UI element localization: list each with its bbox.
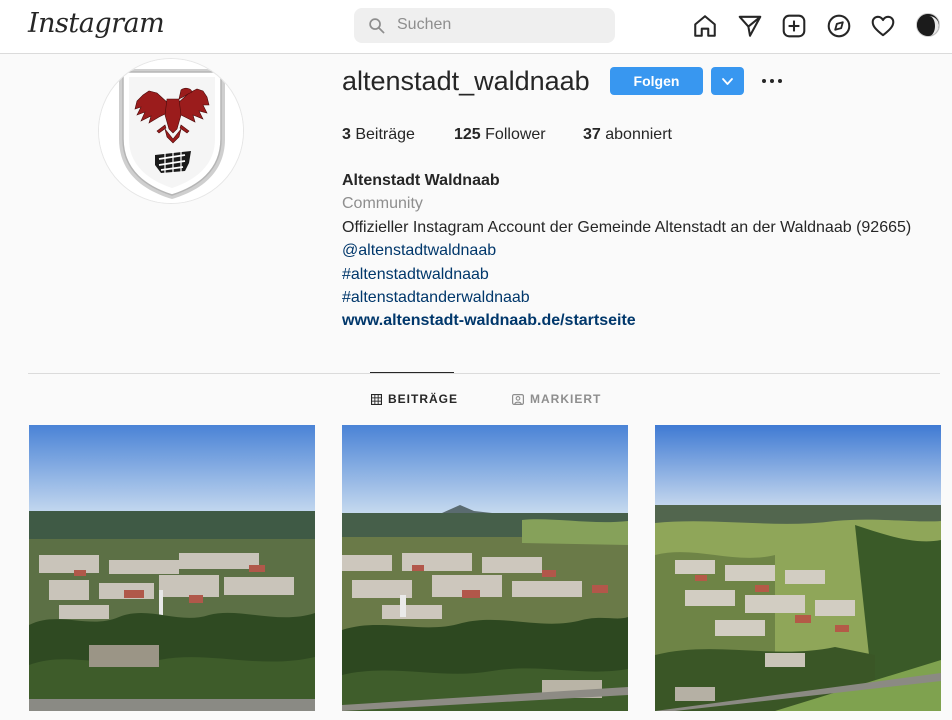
website-link[interactable]: www.altenstadt-waldnaab.de/startseite	[342, 309, 911, 332]
profile-full-name: Altenstadt Waldnaab	[342, 172, 500, 189]
tab-posts[interactable]: BEITRÄGE	[371, 392, 458, 406]
new-post-icon[interactable]	[781, 13, 807, 39]
profile-bio: Altenstadt Waldnaab Community Offizielle…	[342, 169, 911, 333]
avatar-image	[917, 14, 939, 36]
grid-icon	[371, 393, 382, 405]
instagram-logo[interactable]: Instagram	[28, 8, 165, 39]
search-icon	[369, 18, 385, 34]
profile-description: Offizieller Instagram Account der Gemein…	[342, 218, 912, 236]
aerial-photo-1	[29, 425, 315, 711]
followers-label: Follower	[485, 126, 546, 143]
aerial-photo-2	[342, 425, 628, 711]
hashtag-link-2[interactable]: #altenstadtanderwaldnaab	[342, 286, 911, 309]
top-navigation: Instagram Suchen	[0, 0, 952, 54]
following-stat[interactable]: 37 abonniert	[583, 126, 672, 144]
search-placeholder: Suchen	[397, 16, 452, 33]
profile-picture[interactable]	[98, 58, 244, 204]
posts-stat: 3 Beiträge	[342, 126, 415, 144]
tab-tagged-label: MARKIERT	[530, 392, 602, 406]
more-options-icon[interactable]	[760, 70, 784, 92]
post-thumbnail-3[interactable]	[655, 425, 941, 711]
active-tab-indicator	[370, 372, 454, 373]
hashtag-link-1[interactable]: #altenstadtwaldnaab	[342, 263, 911, 286]
chevron-down-icon	[722, 78, 733, 85]
tab-tagged[interactable]: MARKIERT	[512, 392, 601, 406]
following-label: abonniert	[605, 126, 672, 143]
explore-icon[interactable]	[826, 13, 852, 39]
suggested-accounts-button[interactable]	[711, 67, 744, 95]
tabs-divider	[28, 373, 940, 374]
posts-count: 3	[342, 126, 351, 143]
profile-category: Community	[342, 195, 423, 213]
following-count: 37	[583, 126, 601, 143]
followers-count: 125	[454, 126, 481, 143]
home-icon[interactable]	[692, 13, 718, 39]
activity-heart-icon[interactable]	[870, 13, 896, 39]
follow-button[interactable]: Folgen	[610, 67, 703, 95]
direct-message-icon[interactable]	[737, 13, 763, 39]
tab-posts-label: BEITRÄGE	[388, 392, 459, 406]
posts-label: Beiträge	[355, 126, 415, 143]
followers-stat[interactable]: 125 Follower	[454, 126, 546, 144]
coat-of-arms-image	[99, 59, 243, 203]
aerial-photo-3	[655, 425, 941, 711]
post-thumbnail-1[interactable]	[29, 425, 315, 711]
profile-username: altenstadt_waldnaab	[342, 66, 590, 96]
search-box[interactable]: Suchen	[354, 8, 615, 43]
mention-link[interactable]: @altenstadtwaldnaab	[342, 239, 911, 262]
post-thumbnail-2[interactable]	[342, 425, 628, 711]
tagged-icon	[512, 393, 524, 405]
profile-avatar-small[interactable]	[916, 13, 940, 37]
